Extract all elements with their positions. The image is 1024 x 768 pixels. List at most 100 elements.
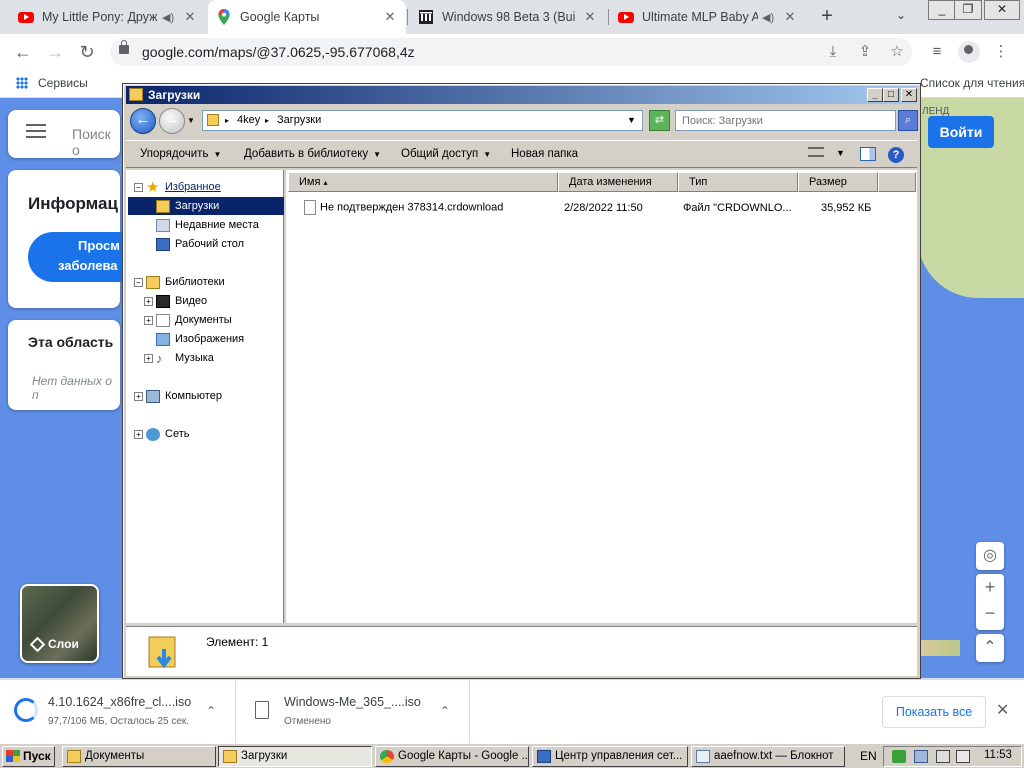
zoom-in-button[interactable]: + bbox=[976, 574, 1004, 600]
my-location-icon[interactable]: ◎ bbox=[976, 542, 1004, 570]
task-documents[interactable]: Документы bbox=[62, 746, 216, 767]
minimize-button[interactable]: _ bbox=[928, 0, 956, 20]
column-size[interactable]: Размер bbox=[798, 172, 878, 192]
network-status-icon[interactable] bbox=[914, 750, 928, 763]
column-type[interactable]: Тип bbox=[678, 172, 798, 192]
preview-pane-icon[interactable] bbox=[860, 147, 876, 161]
breadcrumb-item[interactable]: Загрузки bbox=[277, 114, 321, 126]
view-info-button[interactable]: Просм заболева bbox=[28, 232, 124, 282]
chevron-up-icon[interactable]: ⌃ bbox=[440, 704, 450, 718]
tab-windows98[interactable]: Windows 98 Beta 3 (Buil ✕ bbox=[410, 0, 606, 34]
new-tab-button[interactable]: + bbox=[816, 6, 838, 28]
breadcrumb-arrow-icon[interactable]: ▸ bbox=[265, 116, 269, 125]
share-icon[interactable]: ⇪ bbox=[856, 43, 874, 61]
clock[interactable]: 11:53 bbox=[984, 749, 1012, 761]
display-icon[interactable] bbox=[956, 750, 970, 763]
explorer-title-bar[interactable]: Загрузки _ □ ✕ bbox=[126, 86, 917, 104]
column-date[interactable]: Дата изменения bbox=[558, 172, 678, 192]
show-all-button[interactable]: Показать все bbox=[882, 696, 986, 728]
hamburger-menu-icon[interactable] bbox=[26, 124, 46, 126]
close-tab-icon[interactable]: ✕ bbox=[782, 9, 798, 25]
nav-libraries[interactable]: − Библиотеки bbox=[134, 273, 225, 291]
apps-grid-icon[interactable] bbox=[16, 77, 28, 89]
search-card[interactable]: Поиск о bbox=[8, 110, 120, 158]
column-name[interactable]: Имя ▴ bbox=[288, 172, 558, 192]
menu-dots-icon[interactable]: ⋮ bbox=[990, 41, 1012, 63]
start-button[interactable]: Пуск bbox=[2, 746, 55, 767]
breadcrumb-item[interactable]: 4key bbox=[237, 114, 260, 126]
bookmark-star-icon[interactable]: ☆ bbox=[888, 43, 906, 61]
nav-downloads[interactable]: Загрузки bbox=[128, 197, 284, 215]
lock-icon[interactable] bbox=[119, 40, 129, 54]
new-folder-button[interactable]: Новая папка bbox=[511, 148, 578, 160]
breadcrumb-arrow-icon[interactable]: ▸ bbox=[225, 116, 229, 125]
share-button[interactable]: Общий доступ ▼ bbox=[401, 148, 491, 160]
view-dropdown-icon[interactable]: ▼ bbox=[836, 148, 845, 158]
recent-pages-chevron-icon[interactable]: ▼ bbox=[187, 116, 195, 125]
task-network-center[interactable]: Центр управления сет... bbox=[532, 746, 688, 767]
task-downloads[interactable]: Загрузки bbox=[218, 746, 372, 767]
tab-mlp[interactable]: My Little Pony: Друж ◀) ✕ bbox=[10, 0, 206, 34]
close-tab-icon[interactable]: ✕ bbox=[182, 9, 198, 25]
forward-arrow-icon[interactable]: → bbox=[44, 41, 66, 63]
reading-list[interactable]: Список для чтения bbox=[920, 76, 1024, 90]
search-icon[interactable]: ⌕ bbox=[898, 110, 918, 131]
security-icon[interactable] bbox=[892, 750, 906, 763]
add-to-library-button[interactable]: Добавить в библиотеку ▼ bbox=[244, 148, 381, 160]
download-item[interactable]: 4.10.1624_x86fre_cl....iso 97,7/106 МБ, … bbox=[0, 680, 236, 744]
organize-button[interactable]: Упорядочить ▼ bbox=[140, 148, 221, 160]
file-name[interactable]: Не подтвержден 378314.crdownload bbox=[304, 200, 503, 215]
nav-network[interactable]: + Сеть bbox=[134, 425, 189, 443]
address-box[interactable]: ▸ 4key ▸ Загрузки ▼ bbox=[202, 110, 643, 131]
refresh-icon[interactable]: ⇄ bbox=[649, 110, 670, 131]
download-item[interactable]: Windows-Me_365_....iso Отменено ⌃ bbox=[236, 680, 470, 744]
zoom-out-button[interactable]: − bbox=[976, 600, 1004, 626]
media-control-icon[interactable]: ≡ bbox=[926, 41, 948, 63]
close-icon[interactable]: ✕ bbox=[996, 700, 1009, 720]
language-indicator[interactable]: EN bbox=[860, 749, 877, 763]
address-bar[interactable]: google.com/maps/@37.0625,-95.677068,4z ⤓… bbox=[110, 38, 912, 66]
nav-computer[interactable]: + Компьютер bbox=[134, 387, 222, 405]
url-text[interactable]: google.com/maps/@37.0625,-95.677068,4z bbox=[142, 44, 415, 60]
bookmark-apps[interactable]: Сервисы bbox=[38, 76, 88, 90]
search-placeholder[interactable]: Поиск о bbox=[72, 126, 120, 158]
forward-arrow-icon[interactable]: → bbox=[159, 108, 185, 134]
minimize-button[interactable]: _ bbox=[867, 88, 883, 102]
help-icon[interactable]: ? bbox=[888, 147, 904, 163]
close-tab-icon[interactable]: ✕ bbox=[582, 9, 598, 25]
login-button[interactable]: Войти bbox=[928, 116, 994, 148]
volume-muted-icon[interactable] bbox=[936, 750, 950, 763]
layers-button[interactable]: Слои bbox=[20, 584, 99, 663]
nav-desktop[interactable]: Рабочий стол bbox=[156, 235, 244, 253]
back-arrow-icon[interactable]: ← bbox=[12, 41, 34, 63]
install-app-icon[interactable]: ⤓ bbox=[824, 43, 842, 61]
task-notepad[interactable]: aaefnow.txt — Блокнот bbox=[691, 746, 845, 767]
audio-icon[interactable]: ◀) bbox=[762, 11, 776, 24]
search-box[interactable] bbox=[675, 110, 896, 131]
profile-avatar[interactable] bbox=[958, 41, 980, 63]
nav-favorites[interactable]: − ★ Избранное bbox=[134, 178, 221, 196]
close-button[interactable]: ✕ bbox=[901, 88, 917, 102]
back-arrow-icon[interactable]: ← bbox=[130, 108, 156, 134]
task-chrome[interactable]: Google Карты - Google ... bbox=[375, 746, 529, 767]
tab-search-chevron-icon[interactable]: ⌄ bbox=[896, 8, 906, 22]
nav-recent-places[interactable]: Недавние места bbox=[156, 216, 259, 234]
tab-google-maps[interactable]: Google Карты ✕ bbox=[208, 0, 406, 34]
close-tab-icon[interactable]: ✕ bbox=[382, 9, 398, 25]
maximize-button[interactable]: □ bbox=[883, 88, 899, 102]
view-options-icon[interactable] bbox=[808, 147, 824, 157]
restore-button[interactable]: ❐ bbox=[954, 0, 982, 20]
nav-music[interactable]: + ♪ Музыка bbox=[144, 349, 214, 367]
chevron-up-icon[interactable]: ⌃ bbox=[206, 704, 216, 718]
nav-pictures[interactable]: Изображения bbox=[144, 330, 244, 348]
nav-documents[interactable]: + Документы bbox=[144, 311, 232, 329]
map-thumbnails[interactable] bbox=[920, 640, 960, 656]
close-window-button[interactable]: ✕ bbox=[984, 0, 1020, 20]
tab-ultimate-mlp[interactable]: Ultimate MLP Baby A ◀) ✕ bbox=[610, 0, 806, 34]
reload-icon[interactable]: ↻ bbox=[76, 41, 98, 63]
expand-icon[interactable]: ⌃ bbox=[976, 634, 1004, 662]
search-input[interactable] bbox=[676, 111, 872, 130]
nav-video[interactable]: + Видео bbox=[144, 292, 207, 310]
address-dropdown-icon[interactable]: ▼ bbox=[627, 115, 636, 125]
audio-icon[interactable]: ◀) bbox=[162, 11, 176, 24]
